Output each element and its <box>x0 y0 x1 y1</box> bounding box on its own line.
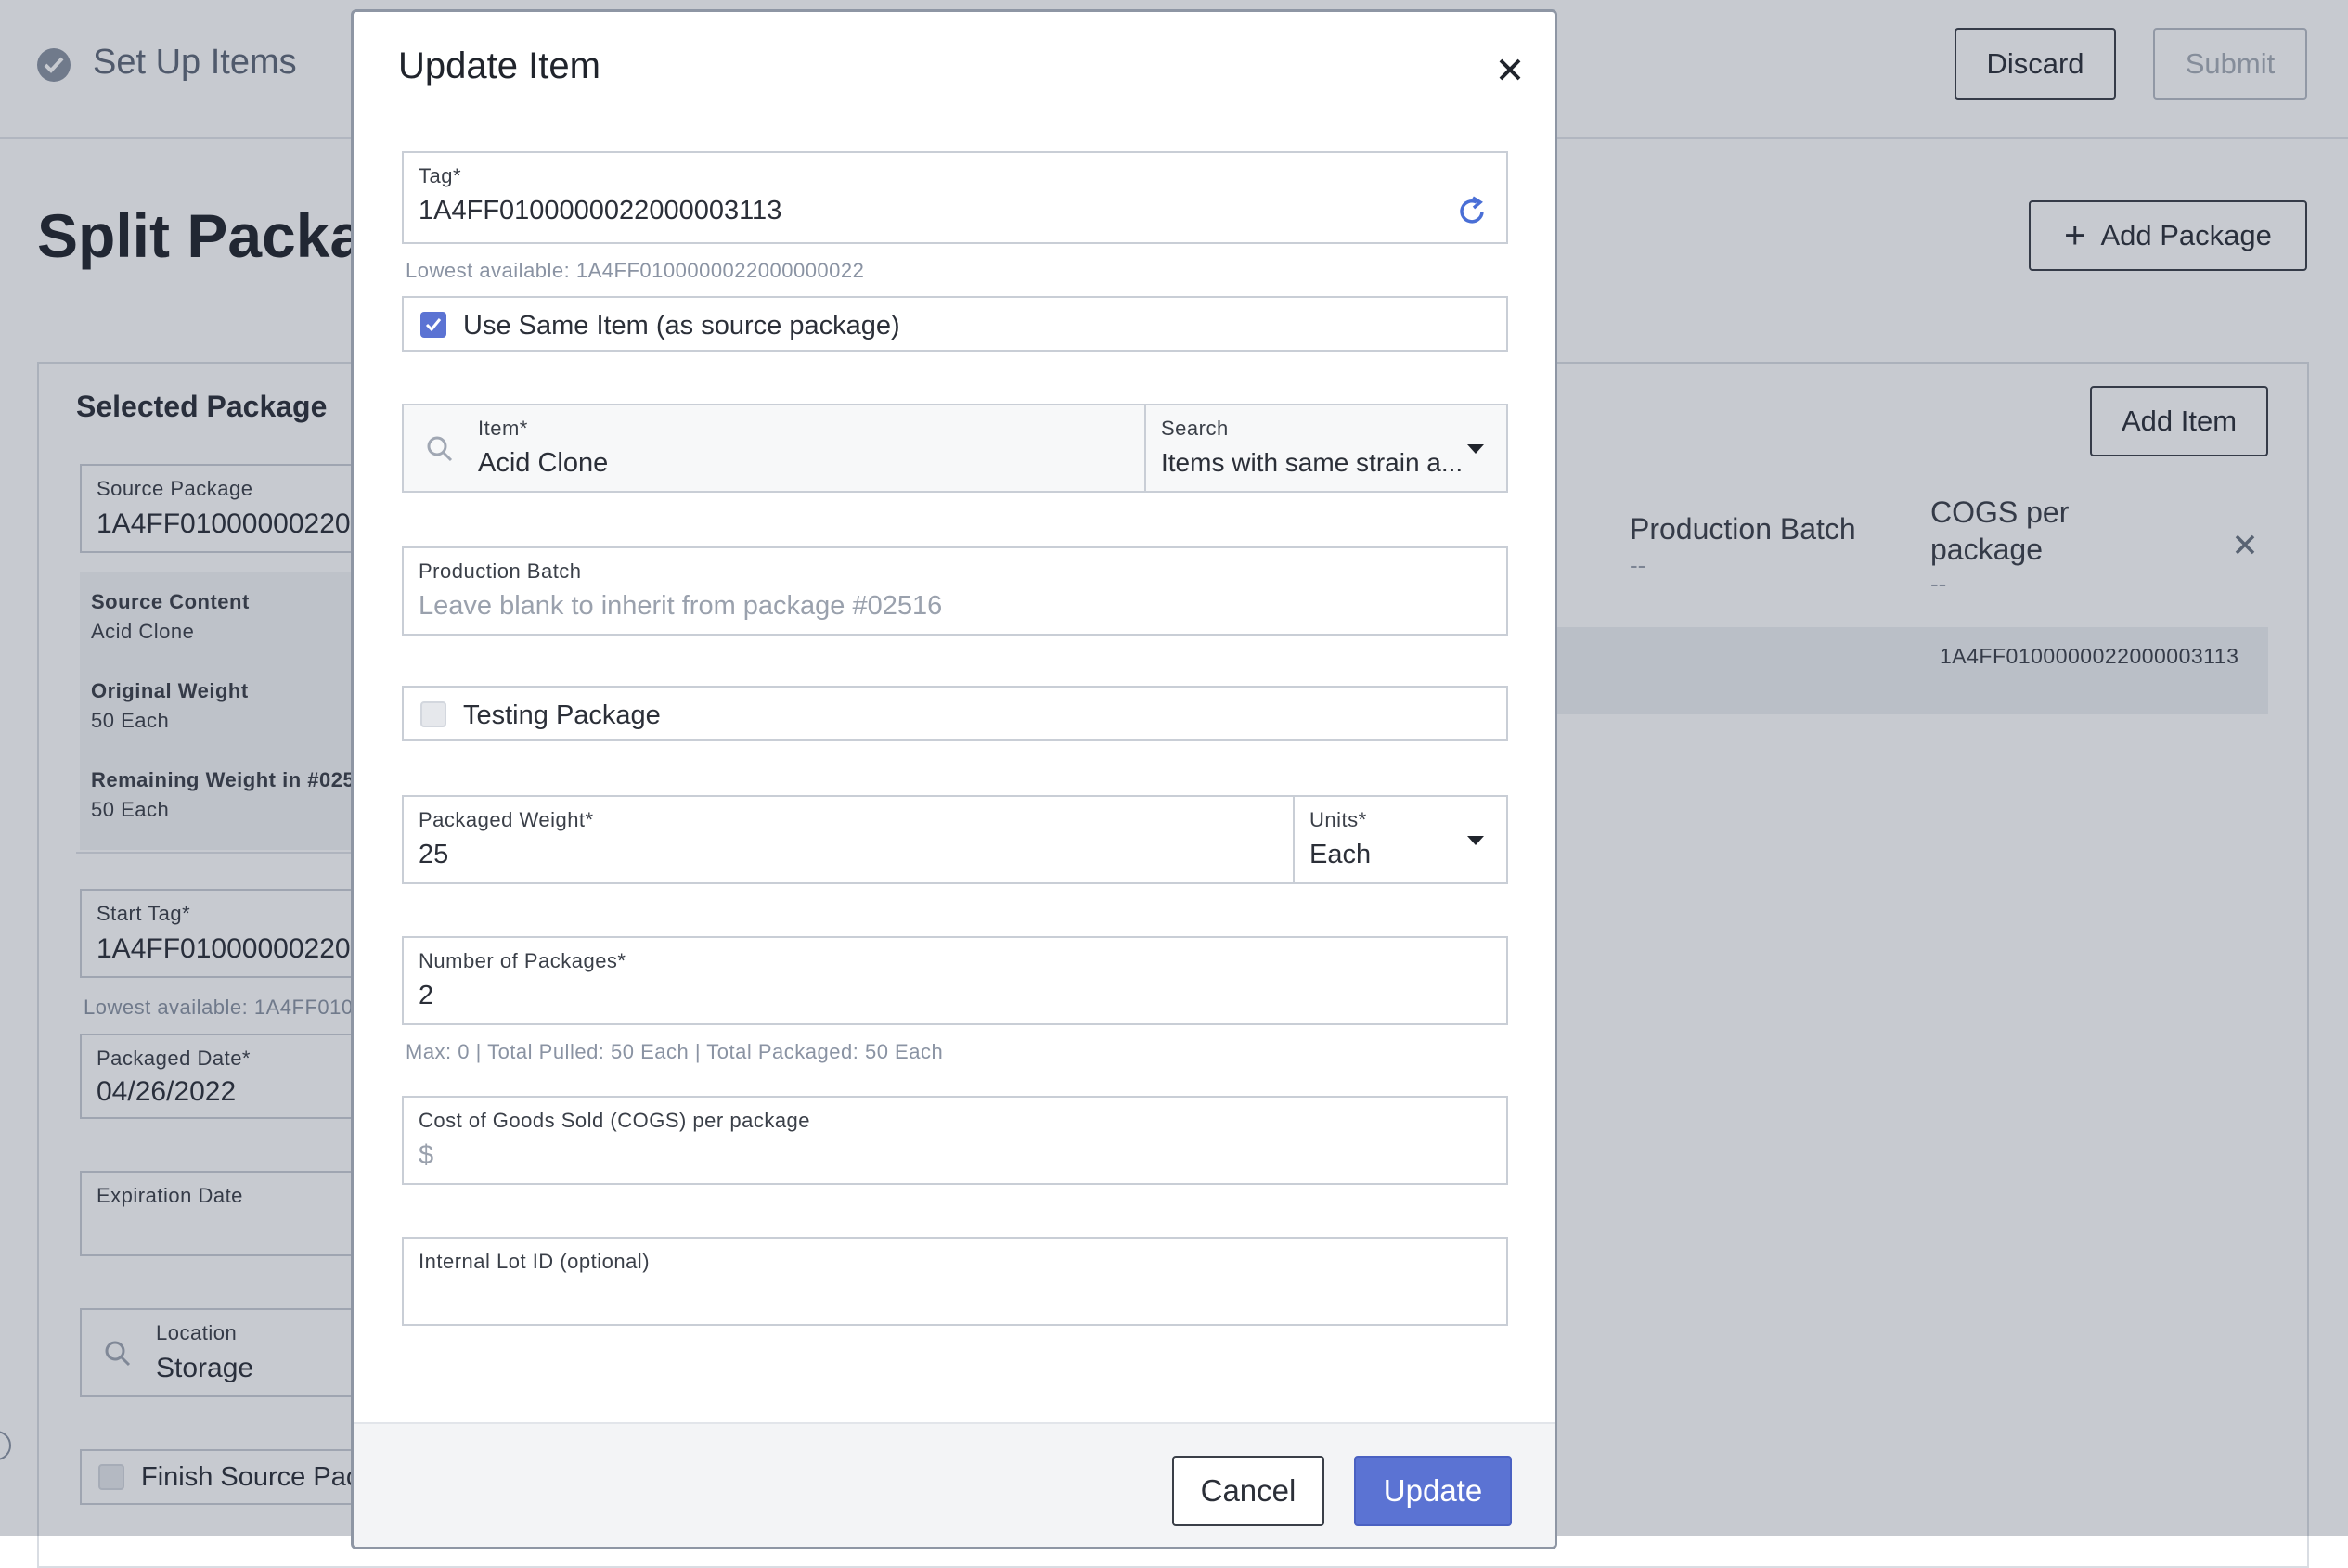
cogs-field[interactable]: Cost of Goods Sold (COGS) per package $ <box>402 1096 1508 1185</box>
units-select[interactable]: Units* Each <box>1295 797 1506 882</box>
search-value: Items with same strain a... <box>1161 448 1464 477</box>
use-same-item-checkbox[interactable] <box>420 312 446 338</box>
item-field[interactable]: Item* Acid Clone Search Items with same … <box>402 404 1508 493</box>
update-button[interactable]: Update <box>1354 1456 1512 1526</box>
number-of-packages-label: Number of Packages* <box>419 949 626 972</box>
production-batch-label: Production Batch <box>419 559 582 583</box>
testing-package-checkbox[interactable] <box>420 701 446 727</box>
tag-value: 1A4FF0100000022000003113 <box>419 196 782 225</box>
chevron-down-icon <box>1467 444 1484 454</box>
cogs-label: Cost of Goods Sold (COGS) per package <box>419 1109 811 1132</box>
packaged-weight-field[interactable]: Packaged Weight* 25 Units* Each <box>402 795 1508 884</box>
search-icon <box>427 436 453 462</box>
packaged-weight-value: 25 <box>419 840 449 869</box>
use-same-item-label: Use Same Item (as source package) <box>463 311 900 341</box>
chevron-down-icon <box>1467 836 1484 845</box>
item-value: Acid Clone <box>478 448 609 478</box>
use-same-item-row[interactable]: Use Same Item (as source package) <box>402 296 1508 352</box>
internal-lot-id-field[interactable]: Internal Lot ID (optional) <box>402 1237 1508 1326</box>
item-label: Item* <box>478 417 528 440</box>
search-select[interactable]: Search Items with same strain a... <box>1146 405 1506 491</box>
number-of-packages-value: 2 <box>419 981 434 1010</box>
production-batch-field[interactable]: Production Batch Leave blank to inherit … <box>402 546 1508 636</box>
units-label: Units* <box>1309 808 1367 831</box>
refresh-icon[interactable] <box>1456 196 1488 227</box>
number-of-packages-field[interactable]: Number of Packages* 2 <box>402 936 1508 1025</box>
cancel-button[interactable]: Cancel <box>1172 1456 1324 1526</box>
tag-label: Tag* <box>419 164 462 187</box>
tag-hint: Lowest available: 1A4FF01000000220000000… <box>406 259 865 282</box>
search-label: Search <box>1161 417 1229 440</box>
units-value: Each <box>1309 840 1372 869</box>
testing-package-row[interactable]: Testing Package <box>402 686 1508 741</box>
testing-package-label: Testing Package <box>463 700 661 730</box>
close-icon[interactable] <box>1495 55 1525 84</box>
update-item-modal: Update Item Tag* 1A4FF010000002200000311… <box>351 9 1557 1549</box>
production-batch-placeholder: Leave blank to inherit from package #025… <box>419 591 943 621</box>
internal-lot-id-label: Internal Lot ID (optional) <box>419 1250 651 1273</box>
number-of-packages-hint: Max: 0 | Total Pulled: 50 Each | Total P… <box>406 1040 944 1063</box>
packaged-weight-label: Packaged Weight* <box>419 808 594 831</box>
modal-title: Update Item <box>398 45 600 86</box>
tag-field[interactable]: Tag* 1A4FF0100000022000003113 <box>402 151 1508 244</box>
cogs-placeholder: $ <box>419 1140 434 1170</box>
